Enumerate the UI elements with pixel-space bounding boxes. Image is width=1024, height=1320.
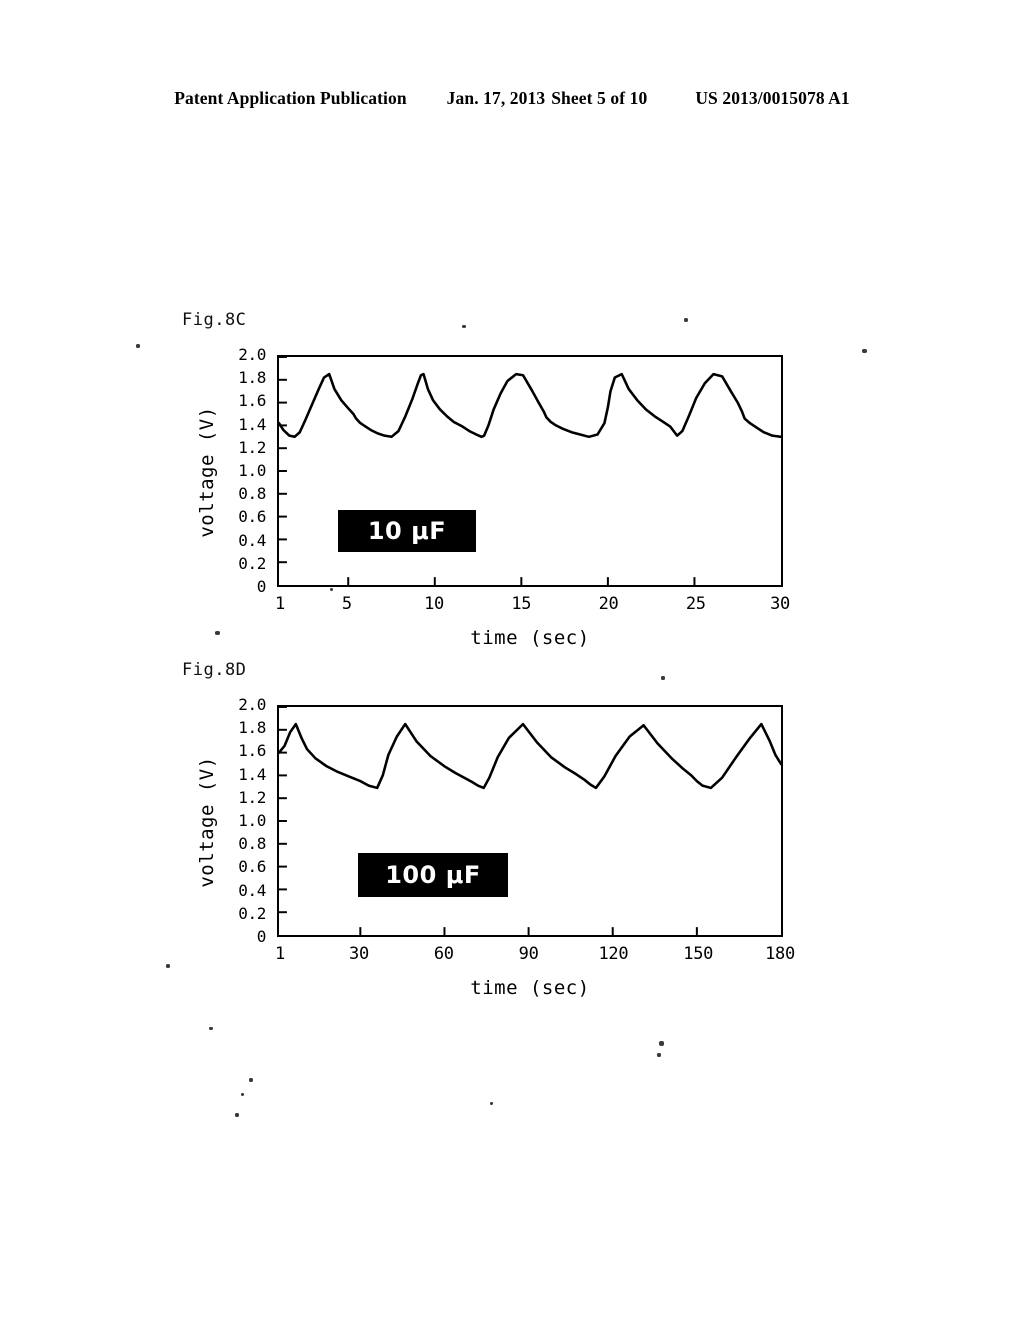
- scan-speckle: [235, 1113, 239, 1117]
- plot-area-8c: [277, 355, 783, 587]
- y-tick-label: 1.2: [238, 787, 266, 807]
- x-tick-label: 30: [349, 944, 369, 964]
- x-tick-labels-8c: 1 5 10 15 20 25 30: [275, 594, 790, 617]
- scan-speckle: [462, 325, 466, 328]
- y-tick-label: 1.4: [238, 764, 266, 784]
- header-date: Jan. 17, 2013: [446, 88, 546, 108]
- y-tick-label: 1.0: [238, 811, 266, 830]
- y-tick-label: 0: [256, 577, 267, 596]
- figure-label-8c: Fig.8C: [182, 310, 247, 330]
- y-tick-label: 1.6: [238, 391, 266, 411]
- scan-speckle: [330, 588, 333, 591]
- y-tick-label: 1.2: [238, 437, 266, 457]
- scan-speckle: [166, 964, 170, 968]
- x-tick-label: 90: [518, 944, 539, 964]
- y-tick-label: 0.6: [238, 507, 266, 527]
- x-axis-title-8d: time (sec): [470, 977, 590, 999]
- y-tick-labels-8d: 0 0.2 0.4 0.6 0.8 1.0 1.2 1.4 1.6 1.8 2.0: [218, 697, 266, 945]
- x-tick-label: 60: [433, 944, 454, 964]
- scan-speckle: [249, 1078, 253, 1082]
- x-tick-label: 120: [598, 944, 629, 964]
- y-tick-label: 0.8: [238, 834, 266, 854]
- legend-badge-8c: 10 μF: [338, 510, 476, 552]
- y-tick-labels-8c: 0 0.2 0.4 0.6 0.8 1.0 1.2 1.4 1.6 1.8 2.0: [218, 347, 266, 595]
- scan-speckle: [215, 631, 220, 635]
- y-tick-label: 0: [256, 927, 267, 946]
- x-axis-title-8c: time (sec): [470, 627, 590, 649]
- header-publication: Patent Application Publication: [174, 88, 407, 108]
- y-axis-title-8d: voltage (V): [196, 756, 218, 888]
- scan-speckle: [657, 1053, 661, 1057]
- waveform-8d: [279, 707, 781, 935]
- scan-speckle: [659, 1041, 664, 1046]
- header-patent-number: US 2013/0015078 A1: [695, 88, 850, 108]
- x-tick-label: 1: [275, 594, 285, 614]
- scan-speckle: [136, 344, 140, 348]
- y-tick-label: 0.4: [238, 880, 266, 900]
- y-axis-title-8c: voltage (V): [196, 406, 218, 538]
- legend-badge-8d: 100 μF: [358, 853, 508, 897]
- y-tick-label: 0.2: [238, 903, 266, 923]
- y-tick-label: 0.4: [238, 530, 266, 550]
- voltage-trace: [279, 372, 781, 439]
- x-tick-labels-8d: 1 30 60 90 120 150 180: [275, 944, 795, 967]
- header-sheet: Sheet 5 of 10: [551, 88, 648, 108]
- scan-speckle: [209, 1027, 213, 1030]
- figure-8d: voltage (V) 0 0.2 0.4 0.6 0.8 1.0 1.2 1.4 1.6 1.8…: [0, 697, 1024, 1005]
- y-tick-label: 2.0: [238, 345, 266, 364]
- y-tick-label: 1.4: [238, 414, 266, 434]
- x-tick-label: 25: [685, 594, 706, 614]
- x-tick-label: 10: [424, 594, 444, 614]
- scan-speckle: [490, 1102, 493, 1105]
- plot-area-8d: [277, 705, 783, 937]
- figure-8c: voltage (V) 0 0.2 0.4 0.6 0.8 1.0 1.2 1.4 1.6 1.8…: [0, 347, 1024, 655]
- y-tick-label: 0.2: [238, 553, 266, 573]
- x-tick-label: 20: [598, 594, 619, 614]
- x-tick-label: 30: [770, 594, 790, 614]
- scan-speckle: [661, 676, 665, 680]
- y-tick-label: 2.0: [238, 695, 266, 714]
- voltage-trace: [279, 722, 781, 790]
- x-tick-label: 180: [765, 944, 795, 964]
- x-tick-label: 1: [275, 944, 285, 964]
- y-tick-label: 1.6: [238, 741, 266, 761]
- y-tick-label: 0.8: [238, 484, 266, 504]
- y-tick-label: 0.6: [238, 857, 266, 877]
- patent-header: Patent Application Publication Jan. 17, …: [0, 88, 1024, 109]
- figure-label-8d: Fig.8D: [182, 660, 247, 680]
- x-tick-label: 5: [341, 594, 352, 614]
- y-tick-label: 1.0: [238, 461, 266, 480]
- y-tick-label: 1.8: [238, 368, 266, 388]
- scan-speckle: [684, 318, 688, 322]
- x-tick-label: 150: [683, 944, 714, 964]
- y-tick-label: 1.8: [238, 718, 266, 738]
- scan-speckle: [862, 349, 867, 353]
- scan-speckle: [241, 1093, 244, 1096]
- x-tick-label: 15: [511, 594, 532, 614]
